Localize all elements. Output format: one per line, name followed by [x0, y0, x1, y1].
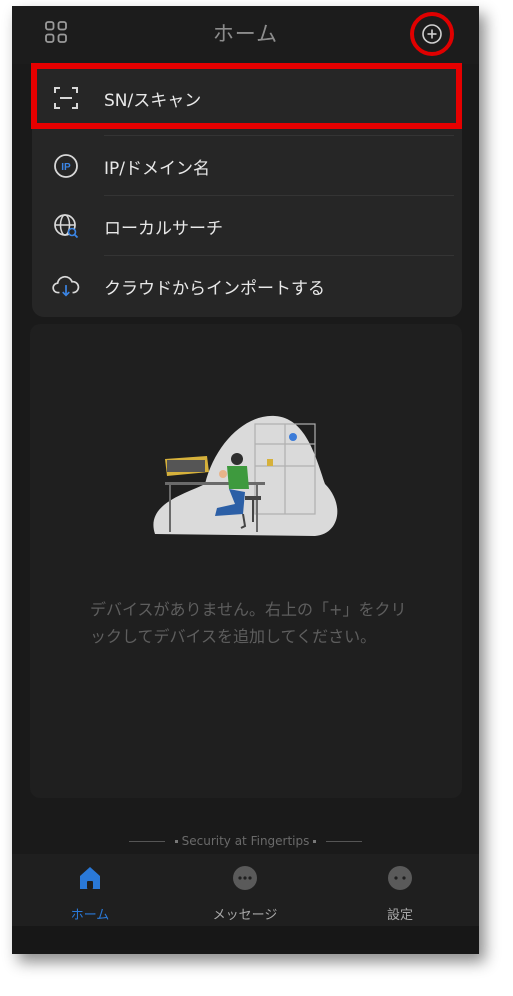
system-nav-area — [12, 926, 479, 954]
menu-item-label: ローカルサーチ — [104, 218, 223, 239]
settings-icon — [388, 866, 412, 890]
tab-label: メッセージ — [212, 908, 278, 923]
cloud-import-icon — [52, 272, 80, 300]
menu-item-ip-domain[interactable]: IP IP/ドメイン名 — [32, 136, 462, 196]
page-title: ホーム — [212, 22, 279, 46]
empty-state-illustration — [153, 415, 338, 536]
globe-search-icon — [52, 212, 80, 240]
plus-circle-icon — [422, 24, 442, 44]
divider — [326, 841, 363, 842]
tab-settings[interactable]: 設定 — [350, 864, 450, 923]
tab-label: 設定 — [386, 908, 413, 923]
tab-messages[interactable]: メッセージ — [195, 864, 295, 923]
divider — [174, 840, 178, 843]
menu-item-label: クラウドからインポートする — [104, 278, 325, 299]
add-device-button[interactable] — [410, 12, 454, 56]
divider — [128, 841, 165, 842]
tab-home[interactable]: ホーム — [40, 864, 140, 923]
device-list-empty-card: デバイスがありません。右上の「+」をクリックしてデバイスを追加してください。 — [30, 324, 462, 798]
slogan-text: Security at Fingertips — [181, 834, 310, 848]
sn-scan-highlight-box — [31, 63, 462, 129]
home-icon — [80, 867, 100, 889]
menu-item-label: IP/ドメイン名 — [104, 158, 210, 179]
divider — [313, 840, 317, 843]
menu-item-cloud-import[interactable]: クラウドからインポートする — [32, 256, 462, 316]
empty-state-message: デバイスがありません。右上の「+」をクリックしてデバイスを追加してください。 — [90, 600, 407, 646]
phone-screen: ホーム SN/スキャン IP IP/ドメイン名 ローカルサーチ クラウドからイン… — [12, 6, 479, 954]
message-icon — [233, 866, 257, 890]
bottom-tab-bar: ホーム メッセージ 設定 — [12, 854, 479, 926]
footer-slogan: Security at Fingertips — [12, 834, 479, 848]
tab-label: ホーム — [70, 908, 110, 923]
top-bar: ホーム — [12, 6, 479, 64]
svg-text:IP: IP — [61, 162, 71, 173]
ip-icon: IP — [52, 152, 80, 180]
menu-item-local-search[interactable]: ローカルサーチ — [32, 196, 462, 256]
